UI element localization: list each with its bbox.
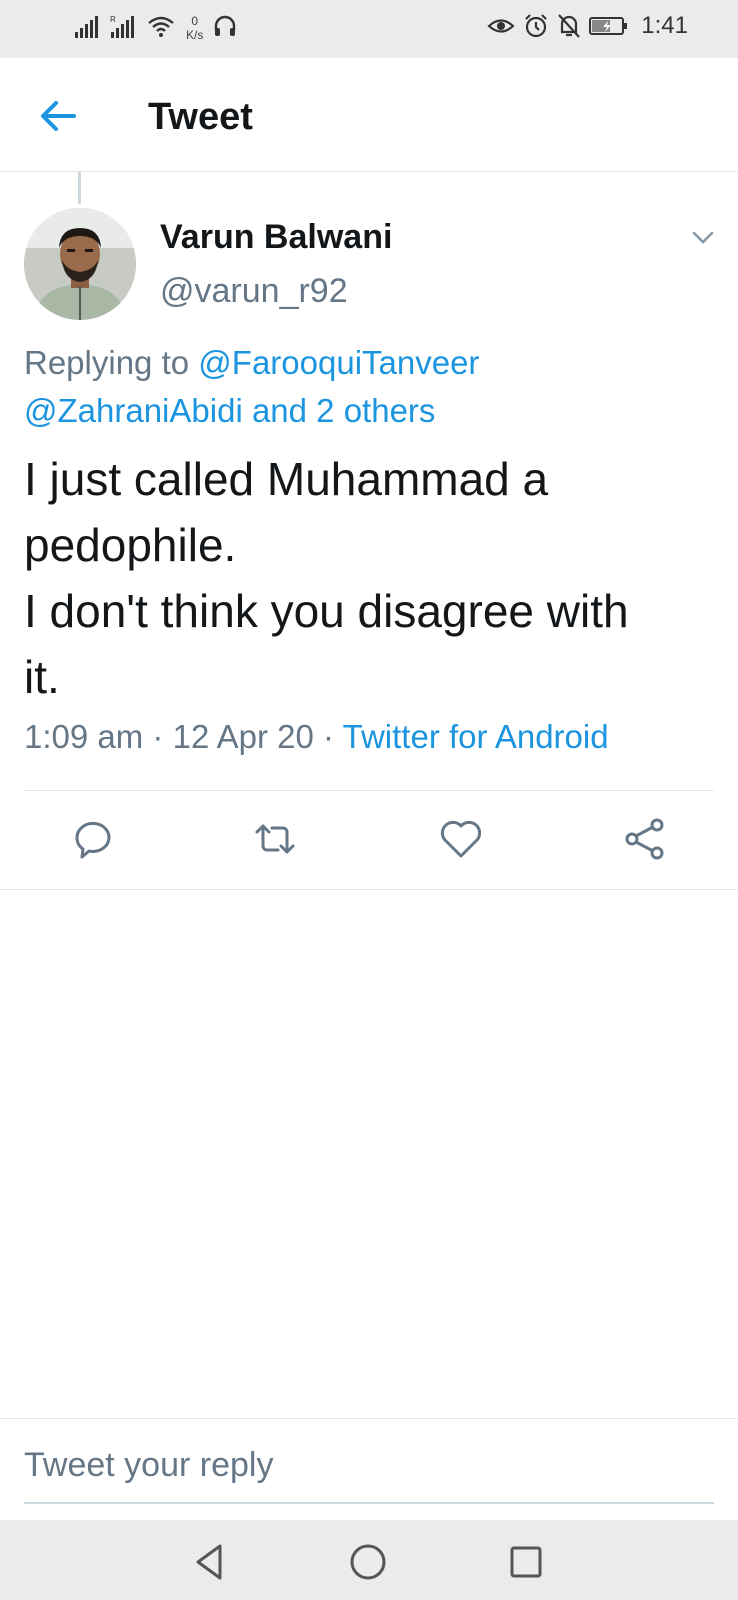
retweet-button[interactable] xyxy=(250,814,300,864)
reply-input[interactable] xyxy=(24,1442,714,1504)
avatar-image xyxy=(24,208,136,320)
status-bar: R 0 K/s 1:41 xyxy=(0,0,738,58)
alarm-icon xyxy=(525,14,548,38)
tweet-text-line: it. xyxy=(24,651,60,703)
nav-home-button[interactable] xyxy=(346,1540,390,1584)
square-recents-icon xyxy=(510,1546,542,1578)
avatar[interactable] xyxy=(24,208,136,320)
replying-user-link[interactable]: @FarooquiTanveer xyxy=(198,344,479,381)
back-button[interactable] xyxy=(36,94,80,138)
like-button[interactable] xyxy=(436,814,486,864)
arrow-left-icon xyxy=(41,101,76,131)
like-icon xyxy=(440,820,482,858)
circle-home-icon xyxy=(350,1544,386,1580)
tweet-date: 12 Apr 20 xyxy=(172,718,314,755)
replying-to-line-1: Replying to @FarooquiTanveer xyxy=(24,340,714,386)
meta-separator: · xyxy=(323,718,335,755)
triangle-back-icon xyxy=(196,1544,222,1580)
signal-icon xyxy=(75,16,98,38)
retweet-icon xyxy=(255,824,295,854)
meta-separator: · xyxy=(152,718,164,755)
eye-icon xyxy=(487,19,515,33)
bell-off-icon xyxy=(558,14,581,38)
signal-roaming-icon: R xyxy=(110,15,134,38)
network-speed: 0 K/s xyxy=(186,14,203,42)
nav-recents-button[interactable] xyxy=(504,1540,548,1584)
network-speed-unit: K/s xyxy=(186,28,204,42)
nav-back-button[interactable] xyxy=(188,1540,232,1584)
status-right: 1:41 xyxy=(487,12,688,40)
battery-charging-icon xyxy=(589,17,628,35)
status-time: 1:41 xyxy=(641,12,688,39)
reply-button[interactable] xyxy=(68,814,118,864)
app-header: Tweet xyxy=(0,58,738,172)
composer-divider xyxy=(0,1418,738,1419)
replying-prefix: Replying to xyxy=(24,344,190,381)
divider xyxy=(24,790,714,791)
reply-icon xyxy=(75,822,111,859)
chevron-down-icon xyxy=(692,231,714,244)
tweet-actions xyxy=(0,806,738,876)
replying-to-line-2: @ZahraniAbidi and 2 others xyxy=(24,388,714,434)
replying-user-link[interactable]: @ZahraniAbidi xyxy=(24,392,243,429)
divider xyxy=(0,889,738,890)
page-title: Tweet xyxy=(148,96,253,138)
tweet-meta: 1:09 am · 12 Apr 20 · Twitter for Androi… xyxy=(24,718,609,756)
svg-text:R: R xyxy=(110,15,116,24)
tweet-text-line: I don't think you disagree with xyxy=(24,585,629,637)
thread-line xyxy=(78,172,81,204)
status-left: R 0 K/s xyxy=(74,12,237,42)
share-button[interactable] xyxy=(620,814,670,864)
tweet-text-line: pedophile. xyxy=(24,519,237,571)
share-icon xyxy=(625,818,664,860)
wifi-icon xyxy=(148,16,174,37)
replying-others-link[interactable]: and 2 others xyxy=(252,392,435,429)
author-name[interactable]: Varun Balwani xyxy=(160,218,392,257)
tweet-source-link[interactable]: Twitter for Android xyxy=(343,718,609,755)
author-handle[interactable]: @varun_r92 xyxy=(160,272,348,311)
headset-icon xyxy=(215,15,236,36)
tweet-time: 1:09 am xyxy=(24,718,144,755)
network-speed-value: 0 xyxy=(191,14,199,28)
tweet-text: I just called Muhammad a pedophile. I do… xyxy=(24,446,714,710)
tweet-text-line: I just called Muhammad a xyxy=(24,453,549,505)
system-nav-bar xyxy=(0,1520,738,1600)
tweet-menu-button[interactable] xyxy=(690,224,716,250)
